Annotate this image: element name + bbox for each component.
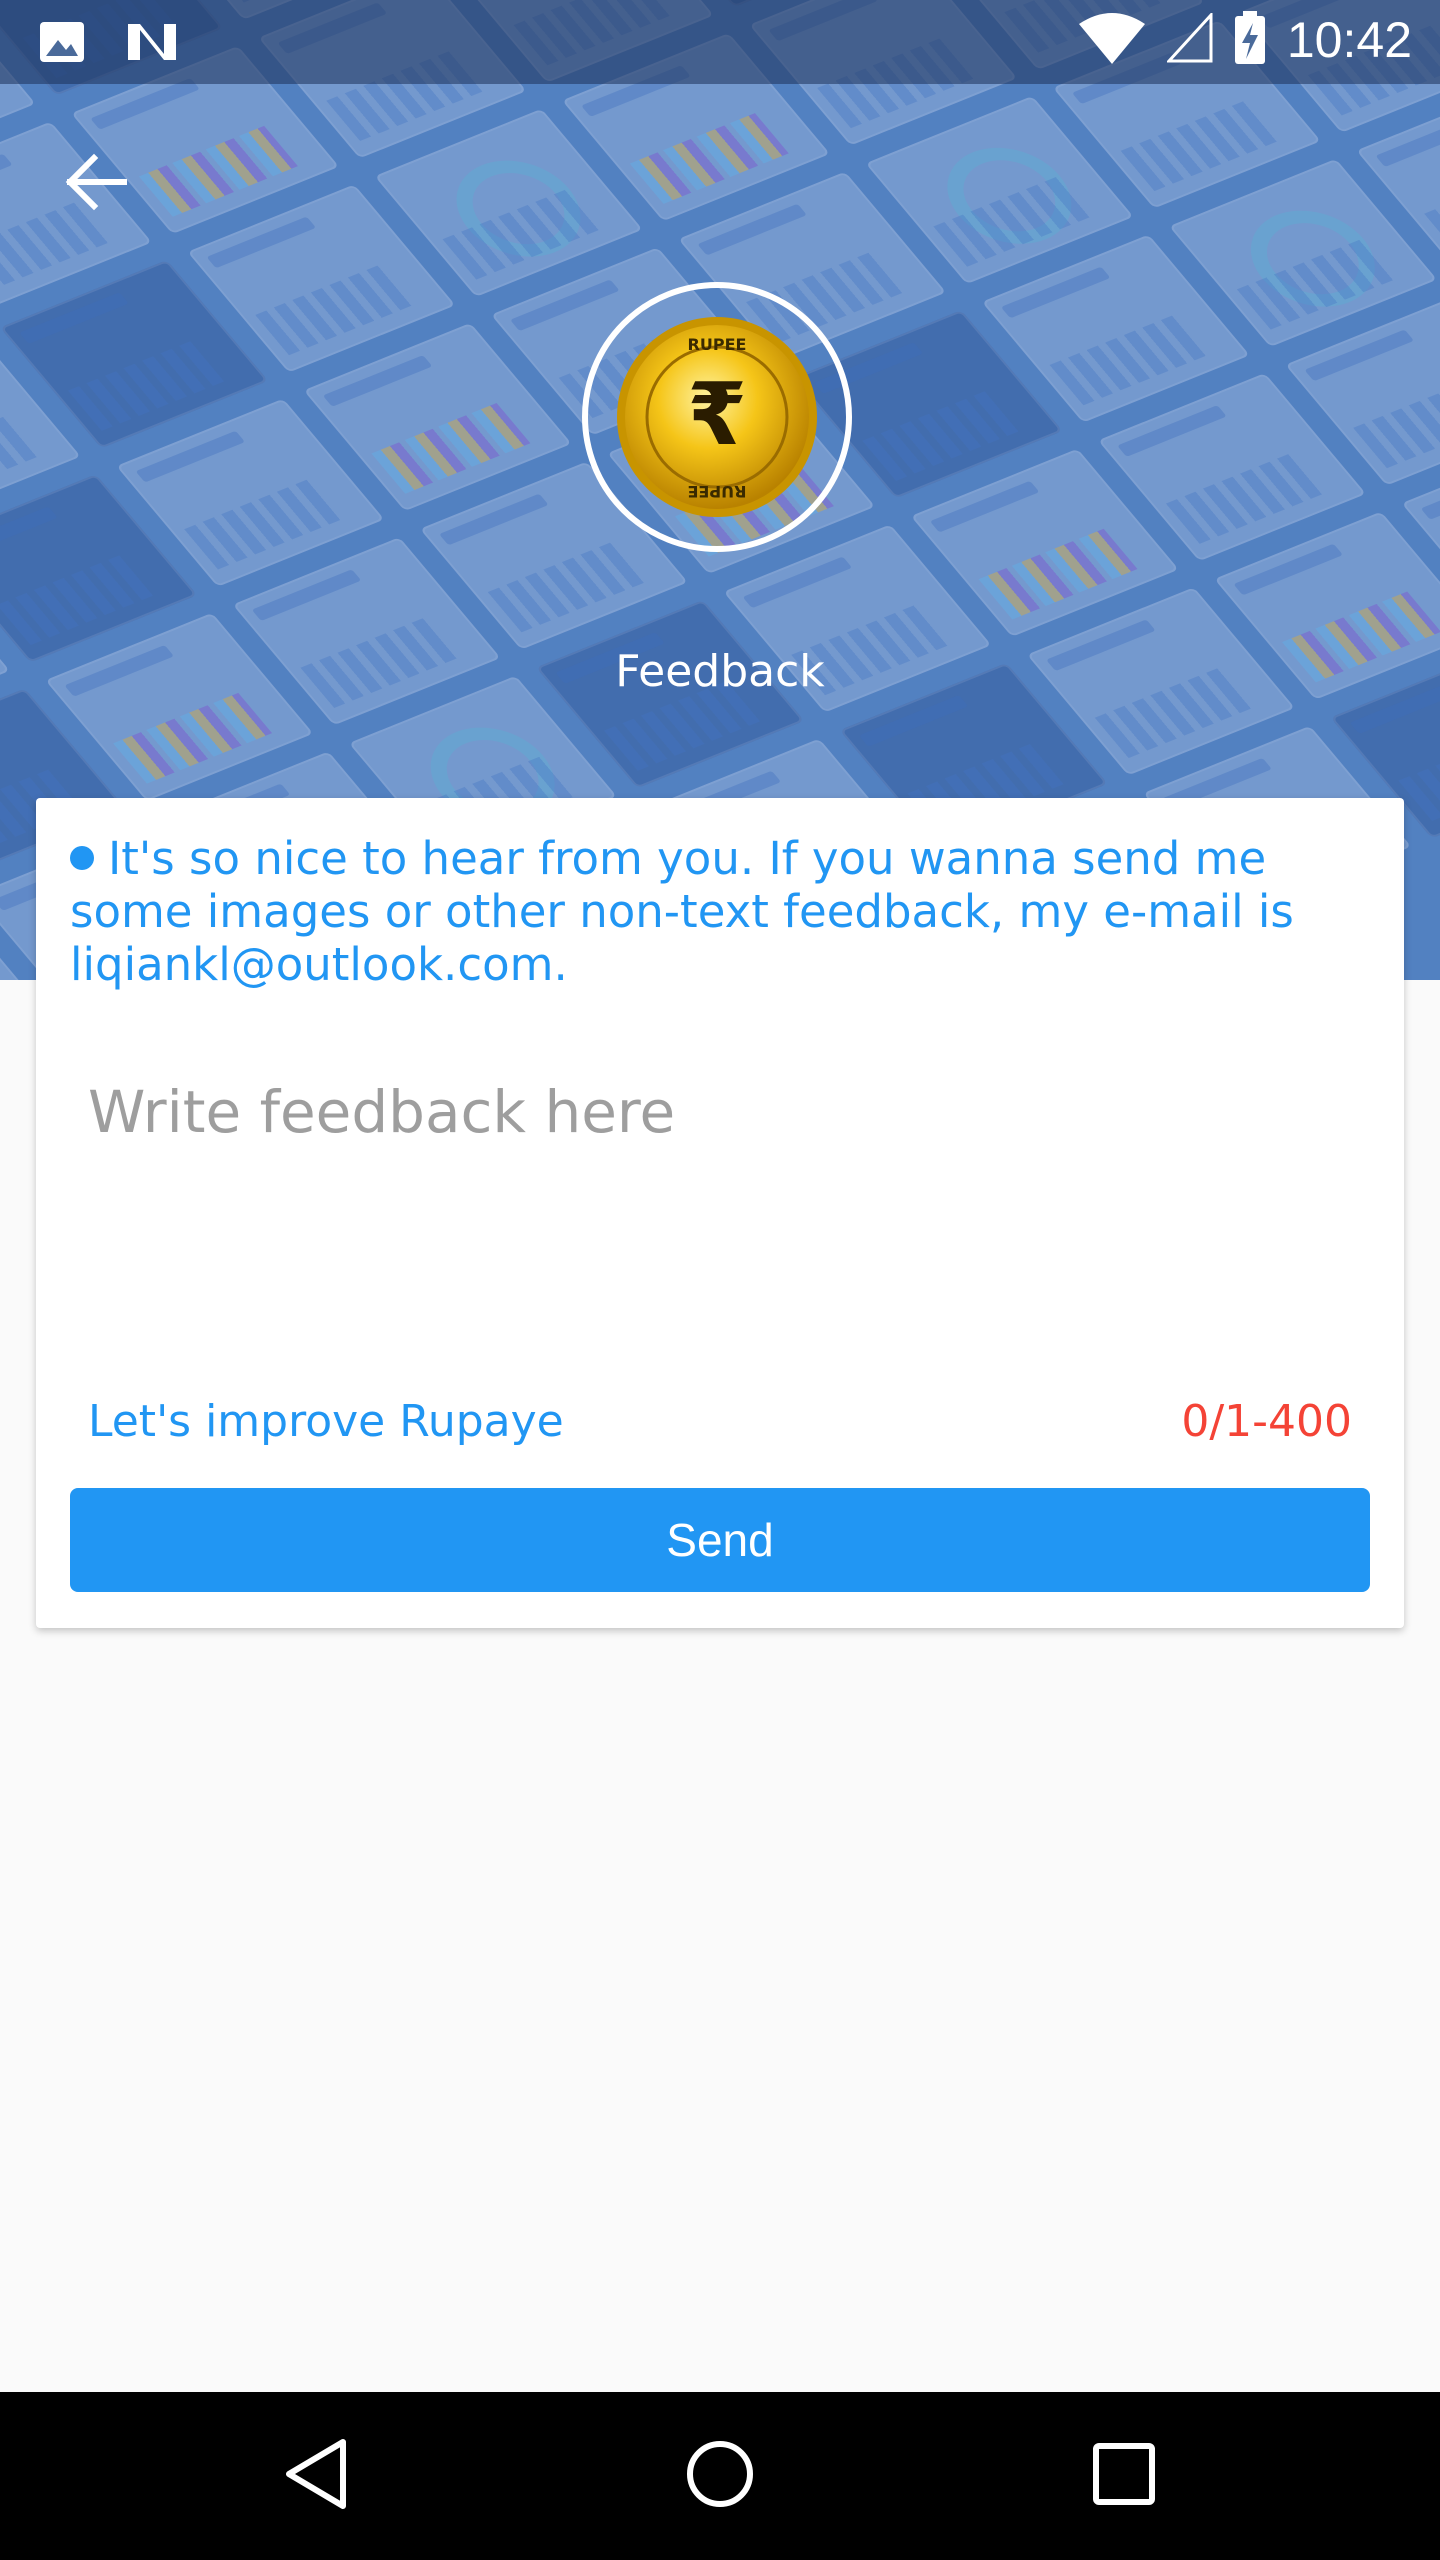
nav-recents-button[interactable]: [1082, 2434, 1166, 2518]
status-right-icons: 10:42: [1077, 10, 1412, 70]
svg-text:RUPEE: RUPEE: [688, 482, 747, 501]
image-icon: [38, 18, 86, 70]
page-title: Feedback: [615, 646, 825, 697]
nav-home-button[interactable]: [678, 2434, 762, 2518]
signal-icon: [1165, 11, 1213, 67]
nav-recents-icon: [1092, 2442, 1156, 2510]
status-bar: 10:42: [0, 0, 1440, 84]
app-logo: RUPEE RUPEE ₹: [582, 282, 852, 552]
feedback-notice: It's so nice to hear from you. If you wa…: [70, 832, 1370, 991]
svg-text:RUPEE: RUPEE: [688, 335, 747, 354]
send-button[interactable]: Send: [70, 1488, 1370, 1592]
nav-back-icon: [283, 2438, 349, 2514]
nav-back-button[interactable]: [274, 2434, 358, 2518]
bullet-icon: [70, 846, 94, 870]
notice-text: It's so nice to hear from you. If you wa…: [70, 832, 1294, 991]
battery-charging-icon: [1233, 11, 1267, 69]
nav-home-icon: [684, 2438, 756, 2514]
improve-label: Let's improve Rupaye: [88, 1396, 564, 1447]
back-button[interactable]: [60, 148, 132, 220]
svg-text:₹: ₹: [687, 365, 747, 465]
character-counter: 0/1-400: [1181, 1396, 1352, 1447]
feedback-card: It's so nice to hear from you. If you wa…: [36, 798, 1404, 1628]
rupee-coin-logo: RUPEE RUPEE ₹: [617, 317, 817, 517]
navigation-bar: [0, 2392, 1440, 2560]
feedback-input[interactable]: [88, 1078, 1348, 1318]
status-left-icons: [38, 18, 178, 70]
status-time: 10:42: [1286, 12, 1412, 68]
n-notification-icon: [126, 20, 178, 68]
wifi-icon: [1077, 10, 1147, 70]
feedback-screen: 10:42 RUPEE RUPEE ₹ Feedback It's so nic…: [0, 0, 1440, 2560]
arrow-back-icon: [64, 152, 128, 216]
